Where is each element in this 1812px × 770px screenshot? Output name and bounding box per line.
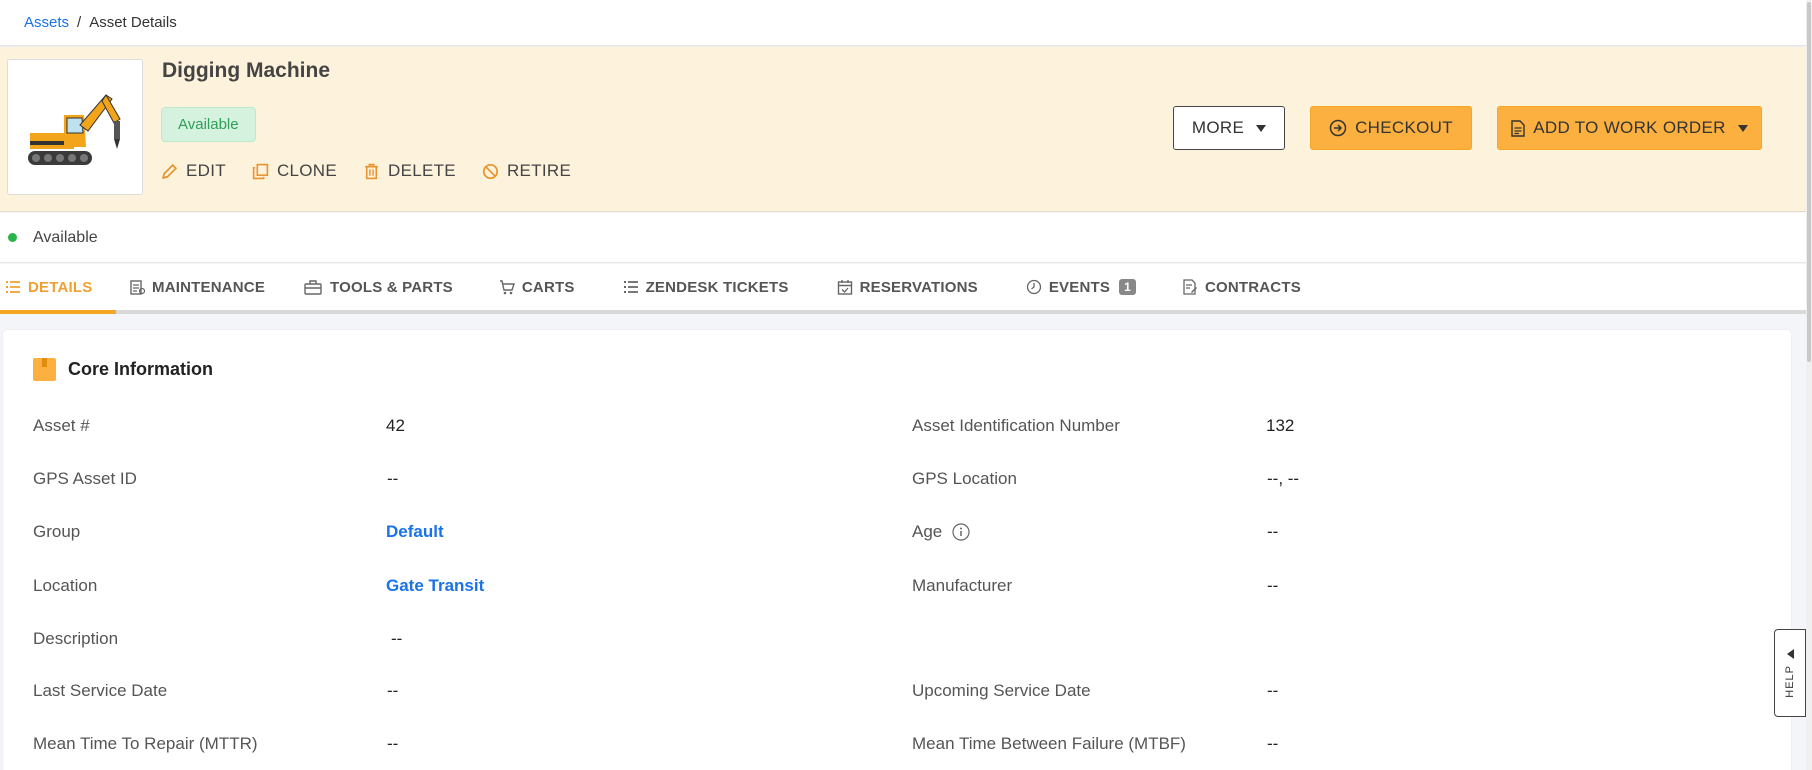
age-label-row: Age — [912, 522, 970, 542]
gps-asset-id-value: -- — [387, 469, 399, 488]
description-value: -- — [391, 629, 403, 648]
delete-label: DELETE — [388, 161, 456, 180]
breadcrumb-separator: / — [77, 14, 82, 31]
tab-zendesk-tickets-label: ZENDESK TICKETS — [645, 278, 789, 296]
manufacturer-value: -- — [1267, 576, 1279, 595]
checkout-button[interactable]: CHECKOUT — [1310, 106, 1472, 150]
age-label: Age — [912, 522, 943, 541]
cart-icon — [499, 280, 515, 295]
asset-action-bar: EDIT CLONE DELETE RETIRE — [161, 161, 571, 181]
pencil-icon — [161, 163, 178, 179]
core-information-card: Core Information Asset # 42 Asset Identi… — [3, 330, 1791, 770]
delete-button[interactable]: DELETE — [363, 161, 456, 181]
breadcrumb-assets-link[interactable]: Assets — [24, 14, 69, 31]
add-to-work-order-button[interactable]: ADD TO WORK ORDER — [1497, 106, 1762, 150]
events-count-badge: 1 — [1119, 279, 1136, 295]
info-icon[interactable] — [952, 523, 970, 541]
asset-title: Digging Machine — [162, 59, 330, 82]
list-icon — [623, 281, 638, 293]
mtbf-label: Mean Time Between Failure (MTBF) — [912, 734, 1186, 753]
location-label: Location — [33, 576, 98, 595]
tab-zendesk-tickets[interactable]: ZENDESK TICKETS — [618, 264, 794, 310]
manufacturer-label: Manufacturer — [912, 576, 1013, 595]
asset-header: Digging Machine Available EDIT CLONE DEL… — [0, 47, 1806, 212]
ban-icon — [482, 163, 498, 179]
asset-identification-number-label: Asset Identification Number — [912, 416, 1120, 435]
gps-location-value: --, -- — [1267, 469, 1300, 488]
status-text: Available — [33, 228, 98, 246]
clone-button[interactable]: CLONE — [252, 161, 337, 181]
breadcrumb: Assets / Asset Details — [0, 0, 1806, 46]
help-tab[interactable]: HELP — [1774, 629, 1806, 717]
upcoming-service-date-label: Upcoming Service Date — [912, 681, 1091, 700]
asset-number-value: 42 — [386, 416, 405, 435]
clone-label: CLONE — [276, 161, 338, 180]
add-to-work-order-label: ADD TO WORK ORDER — [1533, 118, 1726, 137]
box-icon — [33, 358, 56, 381]
status-dot-icon — [8, 233, 17, 242]
tab-reservations[interactable]: RESERVATIONS — [832, 264, 983, 310]
retire-label: RETIRE — [506, 161, 572, 180]
mttr-label: Mean Time To Repair (MTTR) — [33, 734, 258, 753]
edit-label: EDIT — [186, 161, 226, 180]
trash-icon — [365, 163, 378, 179]
tab-carts-label: CARTS — [521, 278, 575, 296]
asset-number-label: Asset # — [33, 416, 90, 435]
checkout-label: CHECKOUT — [1355, 118, 1453, 137]
status-line: Available — [0, 213, 1806, 263]
location-link[interactable]: Gate Transit — [386, 576, 484, 596]
mttr-value: -- — [387, 734, 399, 753]
asset-thumbnail[interactable] — [7, 59, 143, 195]
document-icon — [1511, 119, 1525, 137]
description-label: Description — [33, 629, 119, 648]
tab-contracts-label: CONTRACTS — [1204, 278, 1301, 296]
sign-in-icon — [1329, 119, 1347, 137]
status-badge: Available — [161, 107, 256, 142]
clipboard-icon — [130, 280, 145, 295]
tab-details-label: DETAILS — [28, 278, 93, 296]
excavator-image — [28, 94, 121, 165]
help-label: HELP — [1784, 664, 1796, 698]
edit-button[interactable]: EDIT — [161, 161, 226, 181]
more-button[interactable]: MORE — [1173, 106, 1285, 150]
last-service-date-value: -- — [387, 681, 399, 700]
tab-tools-parts[interactable]: TOOLS & PARTS — [298, 264, 458, 310]
upcoming-service-date-value: -- — [1267, 681, 1279, 700]
tab-reservations-label: RESERVATIONS — [859, 278, 978, 296]
breadcrumb-current: Asset Details — [89, 14, 177, 31]
gps-location-label: GPS Location — [912, 469, 1017, 488]
toolbox-icon — [304, 280, 322, 295]
gps-asset-id-label: GPS Asset ID — [33, 469, 137, 488]
section-title: Core Information — [68, 359, 214, 379]
tab-bar: DETAILS MAINTENANCE TOOLS & PARTS CARTS … — [0, 264, 1806, 314]
caret-down-icon — [1737, 124, 1748, 132]
contract-icon — [1183, 279, 1197, 295]
caret-down-icon — [1256, 124, 1267, 132]
asset-details-page: Assets / Asset Details Digging Machine A… — [0, 0, 1812, 770]
tab-maintenance-label: MAINTENANCE — [152, 278, 266, 296]
age-value: -- — [1267, 522, 1279, 541]
tab-events-label: EVENTS — [1048, 278, 1111, 296]
tab-tools-parts-label: TOOLS & PARTS — [330, 278, 453, 296]
tab-contracts[interactable]: CONTRACTS — [1177, 264, 1306, 310]
clock-icon — [1026, 279, 1041, 295]
last-service-date-label: Last Service Date — [33, 681, 168, 700]
page-scrollbar[interactable] — [1806, 0, 1812, 770]
mtbf-value: -- — [1267, 734, 1279, 753]
calendar-icon — [837, 280, 852, 295]
triangle-left-icon — [1786, 648, 1794, 659]
group-link[interactable]: Default — [386, 522, 444, 542]
copy-icon — [252, 163, 269, 179]
retire-button[interactable]: RETIRE — [482, 161, 571, 181]
tab-carts[interactable]: CARTS — [494, 264, 580, 310]
list-icon — [6, 281, 20, 293]
asset-identification-number-value: 132 — [1266, 416, 1295, 435]
group-label: Group — [33, 522, 81, 541]
more-label: MORE — [1191, 118, 1245, 137]
section-header: Core Information — [33, 358, 213, 381]
tab-events[interactable]: EVENTS 1 — [1021, 264, 1141, 310]
scrollbar-thumb[interactable] — [1807, 2, 1811, 362]
tab-details[interactable]: DETAILS — [0, 264, 116, 314]
tab-maintenance[interactable]: MAINTENANCE — [124, 264, 276, 310]
